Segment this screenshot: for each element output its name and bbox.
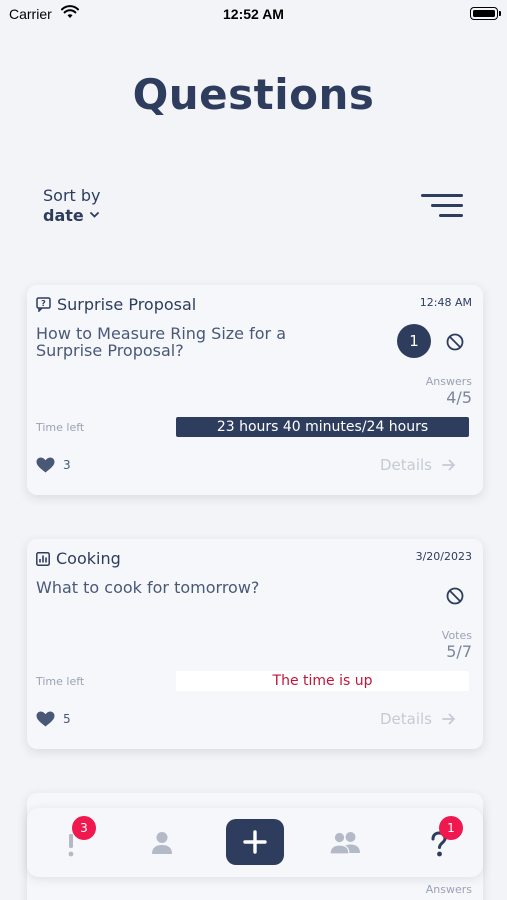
bottom-tab-bar: 3 1 <box>27 808 483 877</box>
sort-value: date <box>43 206 84 225</box>
svg-text:?: ? <box>41 299 46 308</box>
question-bubble-icon: ? <box>36 297 51 312</box>
time-left-label: Time left <box>36 675 85 688</box>
add-question-button[interactable] <box>226 819 284 865</box>
clock: 12:52 AM <box>223 6 284 22</box>
tab-help[interactable]: 1 <box>427 816 463 860</box>
card-date: 3/20/2023 <box>415 550 472 563</box>
card-question: What to cook for tomorrow? <box>36 578 260 597</box>
like-button[interactable]: 3 <box>36 457 71 473</box>
alerts-count-badge: 3 <box>72 816 96 840</box>
poll-chart-icon <box>36 551 50 566</box>
tab-profile[interactable] <box>149 828 175 856</box>
question-card[interactable]: Cooking 3/20/2023 What to cook for tomor… <box>27 539 483 749</box>
heart-icon <box>36 457 55 473</box>
card-date: 12:48 AM <box>419 296 472 309</box>
card-category-label: Cooking <box>56 549 121 568</box>
answer-count-badge[interactable]: 1 <box>397 324 431 358</box>
help-count-badge: 1 <box>439 816 463 840</box>
card-question: How to Measure Ring Size for a Surprise … <box>36 324 286 360</box>
sort-dropdown[interactable]: Sort by date <box>43 186 101 226</box>
arrow-right-icon <box>442 713 455 725</box>
time-left-bar: 23 hours 40 minutes/24 hours <box>176 417 469 437</box>
like-button[interactable]: 5 <box>36 711 71 727</box>
card-category: ? Surprise Proposal <box>36 295 196 314</box>
card-category-label: Surprise Proposal <box>57 295 197 314</box>
user-icon <box>152 832 172 854</box>
filter-menu-icon[interactable] <box>421 194 463 220</box>
like-count: 3 <box>63 458 71 472</box>
details-label: Details <box>379 710 432 728</box>
block-icon[interactable] <box>445 332 465 352</box>
time-left-label: Time left <box>36 421 85 434</box>
status-bar: Carrier 12:52 AM <box>0 0 507 28</box>
votes-label: Votes <box>441 629 472 642</box>
arrow-right-icon <box>442 459 455 471</box>
answers-label: Answers <box>425 375 472 388</box>
details-link[interactable]: Details <box>380 710 456 728</box>
details-label: Details <box>379 456 432 474</box>
question-card[interactable]: ? Surprise Proposal 12:48 AM How to Meas… <box>27 285 483 495</box>
page-title: Questions <box>132 70 375 119</box>
chevron-down-icon <box>89 212 99 218</box>
card-category: Cooking <box>36 549 121 568</box>
votes-count: 5/7 <box>446 642 472 661</box>
answers-count: 4/5 <box>446 388 472 407</box>
tab-alerts[interactable]: 3 <box>57 816 96 860</box>
like-count: 5 <box>63 712 71 726</box>
heart-icon <box>36 711 55 727</box>
details-link[interactable]: Details <box>380 456 456 474</box>
answers-label: Answers <box>425 883 472 896</box>
tab-groups[interactable] <box>328 828 362 856</box>
battery-icon <box>470 7 501 20</box>
group-icon <box>329 831 360 855</box>
time-up-bar: The time is up <box>176 671 469 691</box>
sort-label: Sort by <box>43 186 101 205</box>
block-icon[interactable] <box>445 586 465 606</box>
plus-icon <box>243 830 267 854</box>
